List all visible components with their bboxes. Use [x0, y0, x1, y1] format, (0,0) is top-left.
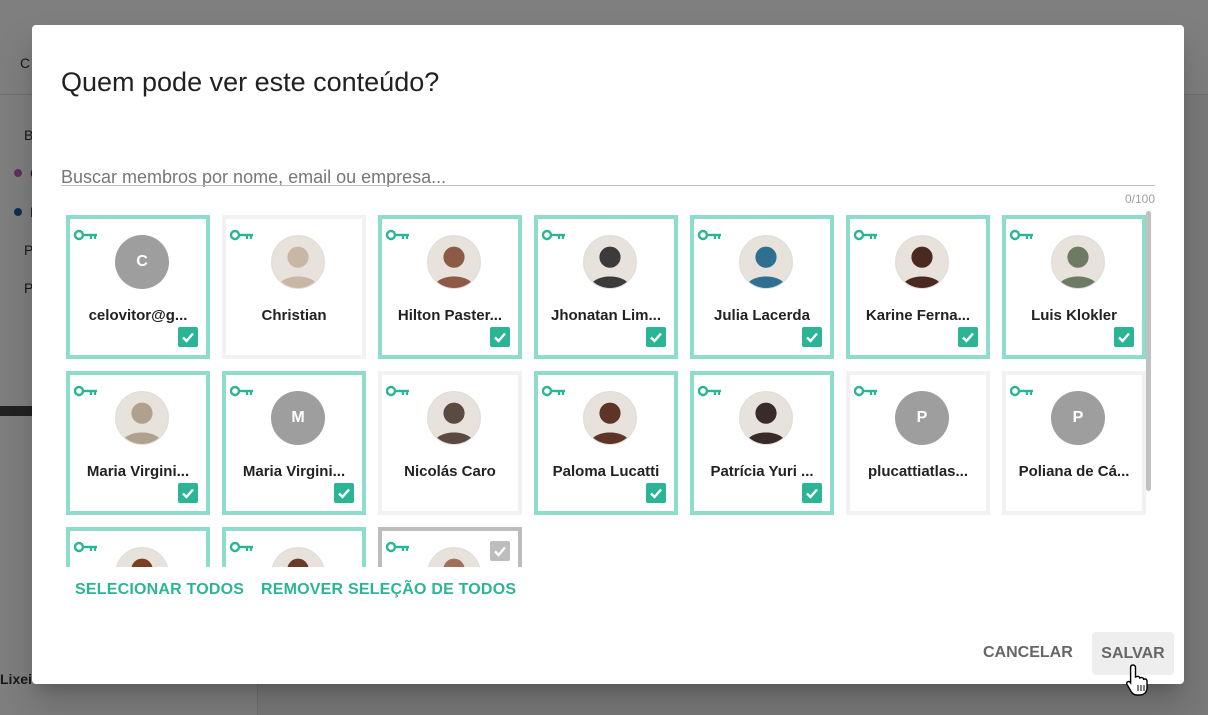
member-name: Christian: [261, 307, 327, 324]
member-card[interactable]: Christian: [222, 215, 366, 359]
member-card[interactable]: Paloma Lucatti: [534, 371, 678, 515]
selection-counter: 0/100: [1124, 192, 1155, 206]
key-icon: [1009, 384, 1034, 397]
visibility-dialog: Quem pode ver este conteúdo? 0/100 Ccelo…: [32, 25, 1184, 684]
member-card[interactable]: [66, 527, 210, 567]
key-icon: [541, 228, 566, 241]
avatar-photo: [427, 391, 481, 445]
hand-cursor-icon: [1125, 664, 1148, 696]
checkbox-checked-icon[interactable]: [646, 483, 666, 503]
key-icon: [385, 384, 410, 397]
member-name: plucattiatlas...: [867, 463, 969, 480]
member-name: celovitor@g...: [88, 307, 188, 324]
avatar-initial: P: [895, 391, 949, 445]
checkbox-checked-icon[interactable]: [646, 327, 666, 347]
member-name: Hilton Paster...: [397, 307, 503, 324]
avatar-photo: [1051, 235, 1105, 289]
member-grid-viewport: Ccelovitor@g... Christian Hilton Paster...…: [61, 209, 1155, 567]
key-icon: [73, 384, 98, 397]
member-name: Nicolás Caro: [404, 463, 496, 480]
checkbox-checked-icon[interactable]: [1114, 327, 1134, 347]
member-grid: Ccelovitor@g... Christian Hilton Paster...…: [66, 215, 1146, 567]
checkbox-checked-icon[interactable]: [958, 327, 978, 347]
member-name: Julia Lacerda: [714, 307, 810, 324]
key-icon: [853, 228, 878, 241]
key-icon: [229, 228, 254, 241]
member-name: Maria Virgini...: [242, 463, 346, 480]
checkbox-checked-icon[interactable]: [802, 327, 822, 347]
deselect-all-button[interactable]: REMOVER SELEÇÃO DE TODOS: [261, 581, 516, 599]
member-card[interactable]: Nicolás Caro: [378, 371, 522, 515]
member-card[interactable]: Pplucattiatlas...: [846, 371, 990, 515]
member-card[interactable]: Karine Ferna...: [846, 215, 990, 359]
member-name: Luis Klokler: [1031, 307, 1117, 324]
member-card[interactable]: M Maria Virgini...: [222, 371, 366, 515]
key-icon: [385, 228, 410, 241]
avatar-initial: P: [1051, 391, 1105, 445]
avatar-photo: [271, 235, 325, 289]
member-card[interactable]: Jhonatan Lim...: [534, 215, 678, 359]
member-card[interactable]: Maria Virgini...: [66, 371, 210, 515]
key-icon: [697, 384, 722, 397]
avatar-photo: [739, 391, 793, 445]
member-name: Poliana de Cá...: [1018, 463, 1130, 480]
avatar-photo: [739, 235, 793, 289]
checkbox-checked-icon[interactable]: [490, 541, 510, 561]
checkbox-checked-icon[interactable]: [802, 483, 822, 503]
key-icon: [229, 540, 254, 553]
avatar-initial: C: [115, 235, 169, 289]
checkbox-checked-icon[interactable]: [490, 327, 510, 347]
avatar-initial: M: [271, 391, 325, 445]
key-icon: [1009, 228, 1034, 241]
member-name: Patrícia Yuri ...: [710, 463, 814, 480]
member-card[interactable]: [222, 527, 366, 567]
member-card[interactable]: [378, 527, 522, 567]
checkbox-checked-icon[interactable]: [178, 483, 198, 503]
key-icon: [73, 540, 98, 553]
key-icon: [229, 384, 254, 397]
key-icon: [541, 384, 566, 397]
member-card[interactable]: Luis Klokler: [1002, 215, 1146, 359]
key-icon: [73, 228, 98, 241]
member-name: Paloma Lucatti: [552, 463, 660, 480]
key-icon: [385, 540, 410, 553]
avatar-photo: [583, 235, 637, 289]
member-card[interactable]: Patrícia Yuri ...: [690, 371, 834, 515]
avatar-photo: [271, 547, 325, 567]
dialog-title: Quem pode ver este conteúdo?: [61, 67, 440, 97]
avatar-photo: [895, 235, 949, 289]
checkbox-checked-icon[interactable]: [334, 483, 354, 503]
member-card[interactable]: Hilton Paster...: [378, 215, 522, 359]
member-name: Karine Ferna...: [865, 307, 971, 324]
member-card[interactable]: Ccelovitor@g...: [66, 215, 210, 359]
checkbox-checked-icon[interactable]: [178, 327, 198, 347]
member-name: Jhonatan Lim...: [550, 307, 661, 324]
avatar-photo: [115, 391, 169, 445]
avatar-photo: [427, 235, 481, 289]
avatar-photo: [115, 547, 169, 567]
search-underline: [61, 185, 1155, 186]
key-icon: [697, 228, 722, 241]
select-all-button[interactable]: SELECIONAR TODOS: [75, 581, 244, 599]
search-wrapper: [61, 165, 1155, 189]
member-name: Maria Virgini...: [86, 463, 190, 480]
key-icon: [853, 384, 878, 397]
avatar-photo: [427, 547, 481, 567]
grid-scrollbar[interactable]: [1146, 211, 1151, 491]
member-card[interactable]: Julia Lacerda: [690, 215, 834, 359]
cancel-button[interactable]: CANCELAR: [983, 644, 1073, 662]
member-card[interactable]: P Poliana de Cá...: [1002, 371, 1146, 515]
avatar-photo: [583, 391, 637, 445]
